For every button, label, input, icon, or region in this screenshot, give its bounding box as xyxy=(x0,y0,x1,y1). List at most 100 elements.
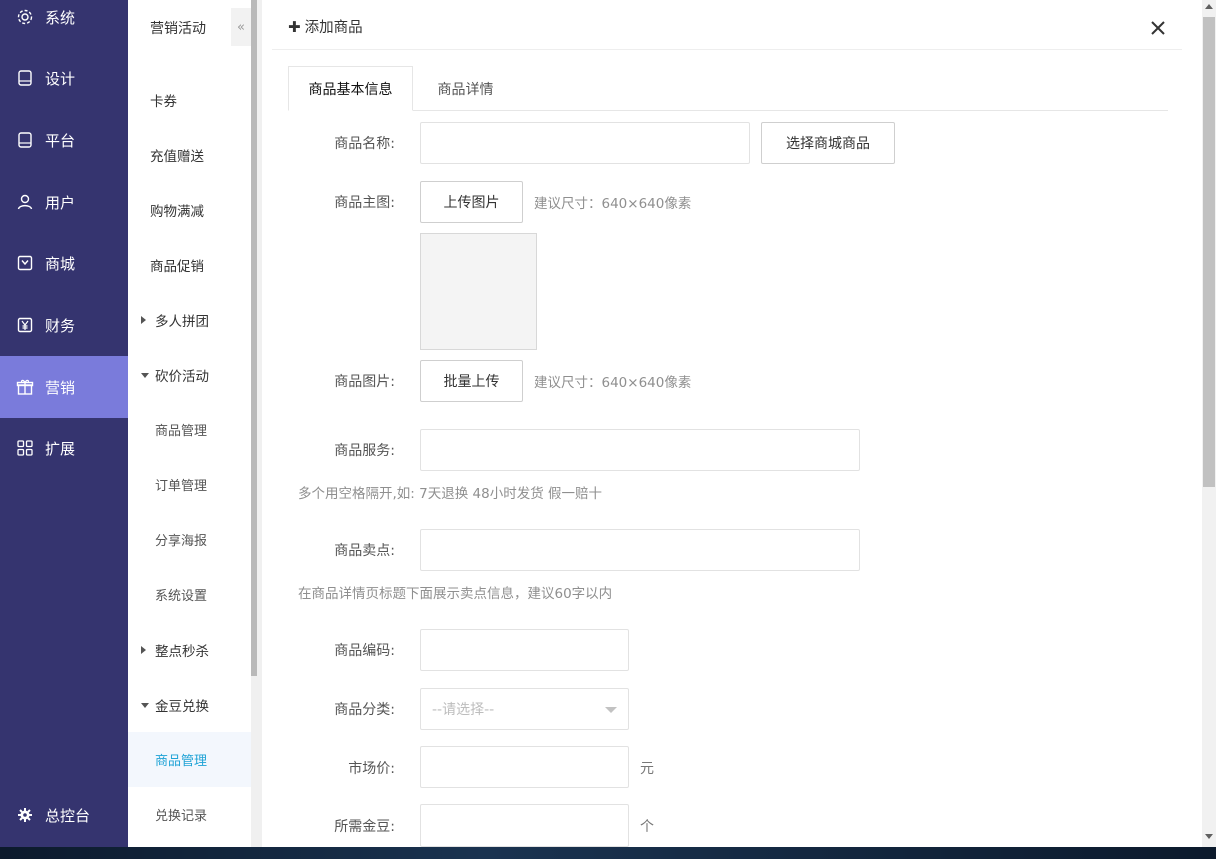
sidebar-item-share-poster[interactable]: 分享海报 xyxy=(128,512,251,567)
upload-image-button[interactable]: 上传图片 xyxy=(420,181,523,223)
collapse-sidebar-button[interactable]: « xyxy=(231,8,251,46)
sidebar-item-bargain-settings[interactable]: 系统设置 xyxy=(128,567,251,622)
sidebar-item-recharge-gift[interactable]: 充值赠送 xyxy=(128,127,251,182)
sidebar-item-bargain-orders[interactable]: 订单管理 xyxy=(128,457,251,512)
product-code-input[interactable] xyxy=(420,629,629,671)
nav-item-system[interactable]: 系统 xyxy=(0,0,128,48)
category-label: 商品分类: xyxy=(334,702,395,718)
title-divider xyxy=(272,49,1182,50)
sidebar-item-exchange-records[interactable]: 兑换记录 xyxy=(128,787,251,842)
product-images-label: 商品图片: xyxy=(334,374,395,390)
sidebar-item-label: 分享海报 xyxy=(155,534,208,549)
nav-item-label: 总控台 xyxy=(45,806,91,825)
market-price-input[interactable] xyxy=(420,746,629,788)
main-image-label: 商品主图: xyxy=(334,195,395,211)
secondary-sidebar-heading: 营销活动 xyxy=(150,21,206,37)
sidebar-item-bean-products[interactable]: 商品管理 xyxy=(128,732,251,787)
sidebar-group-group-buy[interactable]: 多人拼团 xyxy=(128,292,251,347)
selling-point-input[interactable] xyxy=(420,529,860,571)
plus-icon: ✚ xyxy=(288,17,301,36)
grid-icon xyxy=(16,439,34,457)
gear-icon xyxy=(16,8,34,26)
sidebar-group-bargain[interactable]: 砍价活动 xyxy=(128,347,251,402)
sidebar-item-label: 卡券 xyxy=(150,93,177,110)
selling-point-label: 商品卖点: xyxy=(334,543,395,559)
yen-icon xyxy=(16,316,34,334)
sidebar-item-label: 商品促销 xyxy=(150,258,204,275)
tab-product-details[interactable]: 商品详情 xyxy=(413,66,518,111)
sidebar-item-label: 整点秒杀 xyxy=(155,643,209,660)
service-input[interactable] xyxy=(420,429,860,471)
scroll-down-icon[interactable] xyxy=(1205,834,1213,839)
sidebar-item-label: 兑换记录 xyxy=(155,809,208,824)
nav-item-design[interactable]: 设计 xyxy=(0,47,128,109)
main-scrollbar-thumb[interactable] xyxy=(1203,17,1215,487)
gear-icon xyxy=(16,806,34,824)
nav-item-users[interactable]: 用户 xyxy=(0,171,128,233)
caret-down-icon xyxy=(141,702,149,708)
chevron-down-icon xyxy=(605,707,617,713)
nav-item-extensions[interactable]: 扩展 xyxy=(0,417,128,479)
sidebar-item-promotion[interactable]: 商品促销 xyxy=(128,237,251,292)
nav-item-finance[interactable]: 财务 xyxy=(0,294,128,356)
sidebar-item-label: 订单管理 xyxy=(155,479,208,494)
main-image-size-hint: 建议尺寸：640×640像素 xyxy=(534,196,692,212)
sidebar-item-label: 系统设置 xyxy=(155,589,208,604)
nav-item-label: 设计 xyxy=(45,69,76,88)
select-mall-product-button[interactable]: 选择商城商品 xyxy=(761,122,895,164)
selling-point-help-text: 在商品详情页标题下面展示卖点信息，建议60字以内 xyxy=(298,586,613,602)
primary-sidebar: 系统 设计 平台 用户 商城 财务 营销 扩展 总控台 xyxy=(0,0,128,847)
main-image-preview xyxy=(420,233,537,350)
required-beans-label: 所需金豆: xyxy=(334,819,395,835)
user-icon xyxy=(16,193,34,211)
service-label: 商品服务: xyxy=(334,443,395,459)
caret-right-icon xyxy=(141,645,146,654)
nav-item-platform[interactable]: 平台 xyxy=(0,109,128,171)
product-code-label: 商品编码: xyxy=(334,643,395,659)
secondary-sidebar: 营销活动 卡券 充值赠送 购物满减 商品促销 多人拼团 砍价活动 商品管理 订单… xyxy=(128,0,251,847)
product-name-label: 商品名称: xyxy=(334,136,395,152)
market-price-label: 市场价: xyxy=(348,761,395,777)
nav-item-label: 平台 xyxy=(45,131,76,150)
market-price-unit: 元 xyxy=(640,761,654,777)
sidebar-group-gold-bean[interactable]: 金豆兑换 xyxy=(128,677,251,732)
tablet-icon xyxy=(16,69,34,87)
nav-item-label: 财务 xyxy=(45,316,76,335)
sidebar-item-label: 充值赠送 xyxy=(150,148,204,165)
sidebar-item-coupons[interactable]: 卡券 xyxy=(128,72,251,127)
nav-item-label: 商城 xyxy=(45,254,76,273)
os-taskbar-strip xyxy=(0,847,1216,859)
sidebar-item-label: 商品管理 xyxy=(155,424,208,439)
sidebar-group-flash-sale[interactable]: 整点秒杀 xyxy=(128,622,251,677)
nav-item-label: 扩展 xyxy=(45,439,76,458)
batch-upload-button[interactable]: 批量上传 xyxy=(420,360,523,402)
modal-title: ✚ 添加商品 xyxy=(288,16,363,37)
nav-item-store[interactable]: 商城 xyxy=(0,232,128,294)
nav-item-marketing[interactable]: 营销 xyxy=(0,356,128,418)
sidebar-item-label: 砍价活动 xyxy=(155,368,209,385)
scroll-up-icon[interactable] xyxy=(1205,4,1213,9)
sidebar-item-full-reduction[interactable]: 购物满减 xyxy=(128,182,251,237)
sidebar-item-label: 多人拼团 xyxy=(155,313,209,330)
nav-item-label: 用户 xyxy=(45,193,76,212)
tab-divider xyxy=(288,110,1168,111)
sidebar-item-label: 金豆兑换 xyxy=(155,698,209,715)
sidebar-item-label: 购物满减 xyxy=(150,203,204,220)
tab-basic-info[interactable]: 商品基本信息 xyxy=(288,66,413,111)
service-help-text: 多个用空格隔开,如: 7天退换 48小时发货 假一赔十 xyxy=(298,486,602,502)
product-images-size-hint: 建议尺寸：640×640像素 xyxy=(534,375,692,391)
modal-title-text: 添加商品 xyxy=(304,20,363,36)
product-name-input[interactable] xyxy=(420,122,750,164)
nav-item-label: 营销 xyxy=(45,378,76,397)
gift-icon xyxy=(16,378,34,396)
nav-item-label: 系统 xyxy=(45,8,76,27)
sidebar-item-label: 商品管理 xyxy=(155,754,208,769)
required-beans-unit: 个 xyxy=(640,819,654,835)
category-select[interactable]: --请选择-- xyxy=(420,688,629,730)
required-beans-input[interactable] xyxy=(420,804,629,847)
sidebar-item-bargain-products[interactable]: 商品管理 xyxy=(128,402,251,457)
close-icon[interactable] xyxy=(1148,18,1168,38)
category-select-placeholder: --请选择-- xyxy=(432,702,495,718)
nav-item-console[interactable]: 总控台 xyxy=(0,784,128,846)
tablet-icon xyxy=(16,131,34,149)
